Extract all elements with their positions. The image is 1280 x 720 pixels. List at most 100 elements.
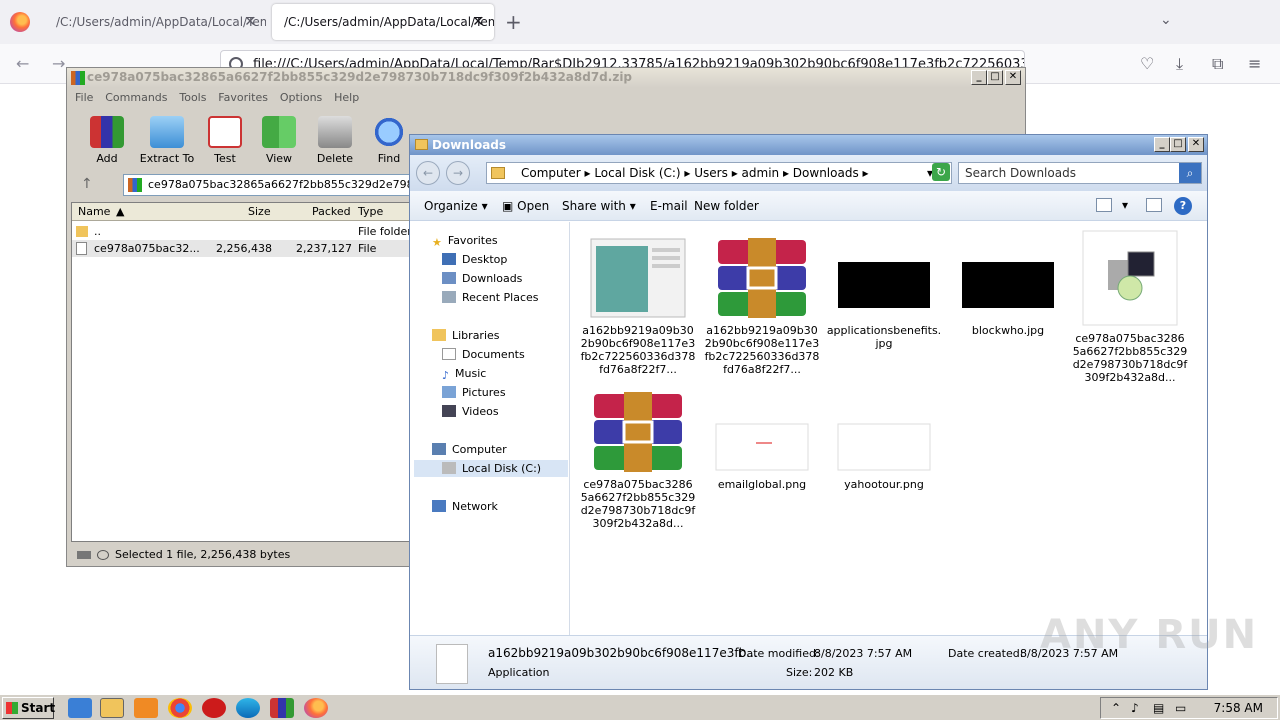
volume-icon[interactable]: ♪ <box>1131 698 1139 718</box>
nav-downloads[interactable]: Downloads <box>442 272 522 285</box>
new-folder-button[interactable]: New folder <box>694 199 759 213</box>
menu-favorites[interactable]: Favorites <box>210 88 268 104</box>
forward-button[interactable]: → <box>446 161 470 185</box>
nav-favorites[interactable]: ★ Favorites <box>432 234 498 249</box>
chevron-down-icon[interactable]: ⌄ <box>1160 12 1172 28</box>
organize-button[interactable]: Organize ▾ <box>424 199 488 213</box>
delete-button[interactable]: Delete <box>305 112 365 165</box>
file-item[interactable]: yahootour.png <box>826 392 942 491</box>
preview-pane-icon[interactable] <box>1146 198 1162 212</box>
search-input[interactable]: Search Downloads ⌕ <box>958 162 1202 184</box>
breadcrumb-computer[interactable]: Computer <box>521 166 581 180</box>
breadcrumb-local-disk[interactable]: Local Disk (C:) <box>594 166 680 180</box>
file-item[interactable]: blockwho.jpg <box>950 238 1066 337</box>
nav-recent-places[interactable]: Recent Places <box>442 291 539 304</box>
download-icon[interactable]: ⤓ <box>1176 54 1183 74</box>
clock[interactable]: 7:58 AM <box>1214 698 1263 718</box>
close-tab-icon[interactable]: ✕ <box>244 4 256 40</box>
breadcrumb-admin[interactable]: admin <box>742 166 780 180</box>
show-hidden-icons-icon[interactable]: ⌃ <box>1111 698 1121 718</box>
breadcrumb[interactable]: Computer ▸ Local Disk (C:) ▸ Users ▸ adm… <box>486 162 952 184</box>
internet-explorer-icon[interactable] <box>68 698 92 718</box>
chevron-down-icon[interactable]: ▾ <box>1122 198 1128 212</box>
nav-downloads-label: Downloads <box>462 272 523 285</box>
minimize-button[interactable]: _ <box>971 70 987 85</box>
new-tab-icon[interactable]: + <box>505 10 522 34</box>
browser-tab-2[interactable]: /C:/Users/admin/AppData/Local/Temp/R ✕ <box>272 4 494 40</box>
help-icon[interactable]: ? <box>1174 197 1192 215</box>
menu-options[interactable]: Options <box>272 88 322 104</box>
winrar-title-bar[interactable]: ce978a075bac32865a6627f2bb855c329d2e7987… <box>67 68 1025 88</box>
breadcrumb-users[interactable]: Users <box>694 166 728 180</box>
file-item[interactable]: a162bb9219a09b302b90bc6f908e117e3fb2c722… <box>704 238 820 376</box>
network-icon[interactable]: ▤ <box>1153 698 1164 718</box>
close-button[interactable]: ✕ <box>1005 70 1021 85</box>
extract-to-button[interactable]: Extract To <box>137 112 197 165</box>
column-packed[interactable]: Packed <box>312 205 351 218</box>
menu-file[interactable]: File <box>67 88 93 104</box>
column-type[interactable]: Type <box>358 205 383 218</box>
minimize-button[interactable]: _ <box>1154 137 1170 152</box>
browser-tab-2-label: /C:/Users/admin/AppData/Local/Temp/R <box>284 15 494 29</box>
file-item[interactable]: a162bb9219a09b302b90bc6f908e117e3fb2c722… <box>580 238 696 376</box>
battery-icon[interactable]: ▭ <box>1175 698 1186 718</box>
maximize-button[interactable]: □ <box>987 70 1003 85</box>
refresh-icon[interactable]: ↻ <box>932 163 950 181</box>
file-item[interactable]: ce978a075bac32865a6627f2bb855c329d2e7987… <box>580 392 696 530</box>
star-icon: ★ <box>432 236 442 249</box>
browser-tab-bar: /C:/Users/admin/AppData/Local/Temp/Ra ✕ … <box>0 0 1280 44</box>
email-button[interactable]: E-mail <box>650 199 688 213</box>
search-icon[interactable]: ⌕ <box>1179 163 1201 183</box>
menu-commands[interactable]: Commands <box>97 88 167 104</box>
extensions-icon[interactable]: ⧉ <box>1212 54 1223 74</box>
file-item[interactable]: ce978a075bac32865a6627f2bb855c329d2e7987… <box>1072 230 1188 384</box>
nav-music[interactable]: ♪ Music <box>442 367 486 382</box>
nav-documents[interactable]: Documents <box>442 348 525 361</box>
breadcrumb-downloads[interactable]: Downloads <box>793 166 859 180</box>
forward-arrow-icon[interactable]: → <box>52 54 65 73</box>
media-player-icon[interactable] <box>134 698 158 718</box>
back-arrow-icon[interactable]: ← <box>16 54 29 73</box>
file-explorer-icon[interactable] <box>100 698 124 718</box>
column-size[interactable]: Size <box>248 205 271 218</box>
details-modified-label: Date modified: <box>738 647 820 660</box>
nav-local-disk[interactable]: Local Disk (C:) <box>414 460 568 477</box>
add-button[interactable]: Add <box>77 112 137 165</box>
browser-tab-1[interactable]: /C:/Users/admin/AppData/Local/Temp/Ra ✕ <box>44 4 266 40</box>
menu-tools[interactable]: Tools <box>171 88 206 104</box>
start-button[interactable]: Start <box>2 697 55 719</box>
back-button[interactable]: ← <box>416 161 440 185</box>
maximize-button[interactable]: □ <box>1170 137 1186 152</box>
opera-icon[interactable] <box>202 698 226 718</box>
share-with-button[interactable]: Share with ▾ <box>562 199 636 213</box>
close-tab-icon[interactable]: ✕ <box>472 4 484 40</box>
nav-network[interactable]: Network <box>432 500 498 513</box>
pocket-icon[interactable]: ♡ <box>1140 54 1154 73</box>
explorer-title-bar[interactable]: Downloads _ □ ✕ <box>410 135 1207 155</box>
nav-computer[interactable]: Computer <box>432 443 507 456</box>
firefox-taskbar-icon[interactable] <box>304 698 328 718</box>
nav-videos[interactable]: Videos <box>442 405 499 418</box>
file-item[interactable]: emailglobal.png <box>704 392 820 491</box>
videos-icon <box>442 405 456 417</box>
view-button[interactable]: View <box>249 112 309 165</box>
image-thumbnail-icon <box>962 262 1054 308</box>
file-item[interactable]: applicationsbenefits.jpg <box>826 238 942 350</box>
test-button[interactable]: Test <box>195 112 255 165</box>
nav-libraries[interactable]: Libraries <box>432 329 500 342</box>
nav-pictures[interactable]: Pictures <box>442 386 506 399</box>
menu-help[interactable]: Help <box>326 88 359 104</box>
archive-path-text: ce978a075bac32865a6627f2bb855c329d2e7987… <box>148 178 449 191</box>
column-name[interactable]: Name <box>78 205 110 218</box>
winrar-taskbar-icon[interactable] <box>270 698 294 718</box>
close-button[interactable]: ✕ <box>1188 137 1204 152</box>
chrome-icon[interactable] <box>168 698 192 718</box>
taskbar: Start ⌃ ♪ ▤ ▭ 7:58 AM <box>0 694 1280 720</box>
file-name: emailglobal.png <box>717 478 807 491</box>
menu-hamburger-icon[interactable]: ≡ <box>1248 54 1261 73</box>
change-view-icon[interactable] <box>1096 198 1112 212</box>
up-arrow-icon[interactable]: ↑ <box>81 176 93 192</box>
nav-desktop[interactable]: Desktop <box>442 253 507 266</box>
open-button[interactable]: ▣ Open <box>502 199 549 213</box>
edge-icon[interactable] <box>236 698 260 718</box>
